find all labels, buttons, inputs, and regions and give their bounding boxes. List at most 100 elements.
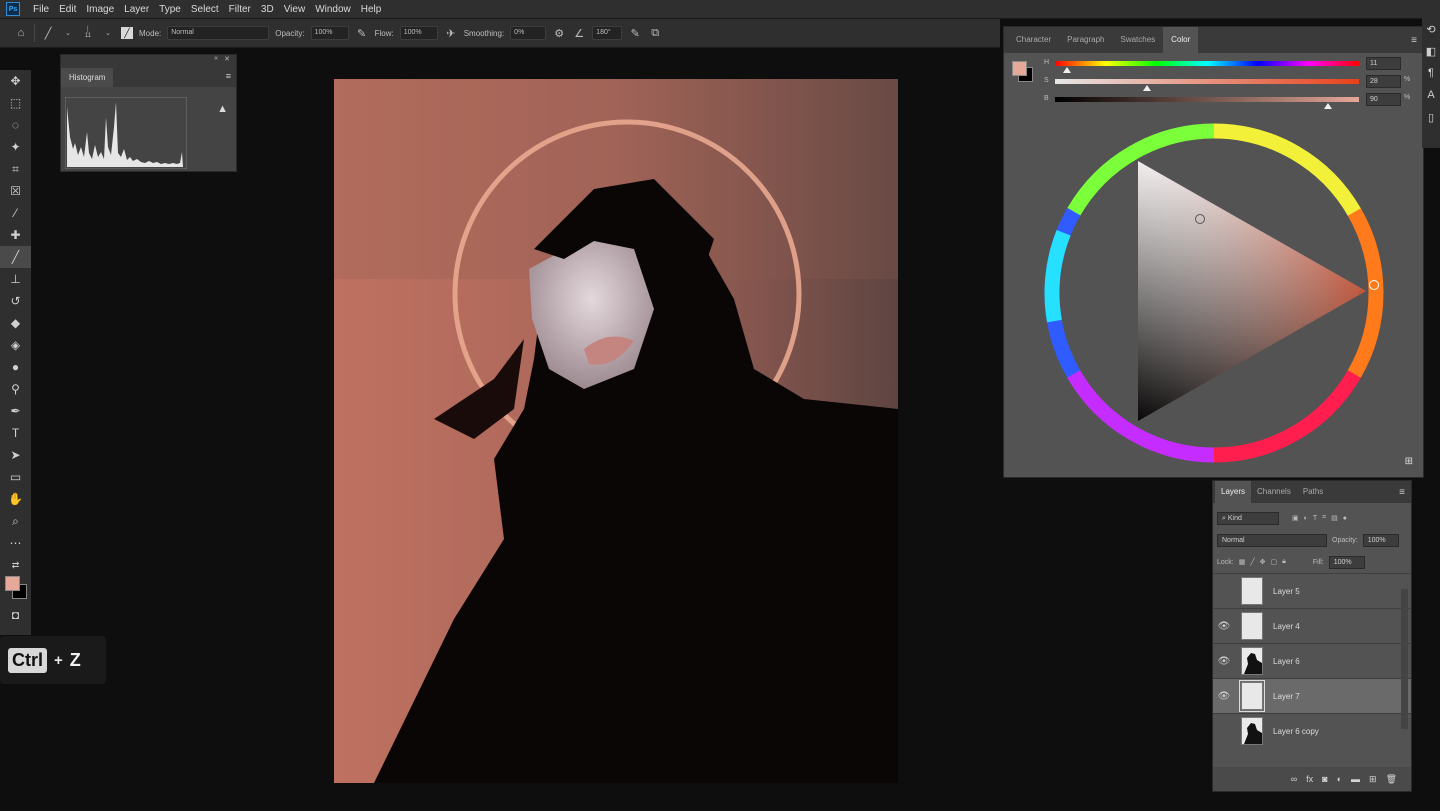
eyedropper-tool-icon[interactable]: ⁄ — [0, 202, 31, 224]
hue-thumb[interactable] — [1063, 67, 1071, 73]
frame-tool-icon[interactable]: ☒ — [0, 180, 31, 202]
blur-tool-icon[interactable]: ● — [0, 356, 31, 378]
zoom-tool-icon[interactable]: ⌕ — [0, 510, 31, 532]
chevron-down-icon[interactable]: ⌄ — [61, 26, 75, 40]
menu-window[interactable]: Window — [310, 4, 356, 15]
warning-icon[interactable]: ▲ — [217, 103, 228, 115]
filter-toggle-icon[interactable]: ● — [1343, 515, 1347, 522]
tab-color[interactable]: Color — [1163, 27, 1199, 53]
rectangle-tool-icon[interactable]: ▭ — [0, 466, 31, 488]
tab-paragraph[interactable]: Paragraph — [1059, 27, 1112, 53]
blend-mode-select[interactable]: Normal — [1217, 533, 1327, 547]
fx-icon[interactable]: fx — [1306, 774, 1313, 784]
magic-wand-tool-icon[interactable]: ✦ — [0, 136, 31, 158]
menu-layer[interactable]: Layer — [119, 4, 154, 15]
opacity-input[interactable]: 100% — [310, 26, 349, 40]
saturation-thumb[interactable] — [1143, 85, 1151, 91]
layer-row[interactable]: Layer 5 — [1213, 573, 1411, 608]
eye-icon[interactable]: 👁︎ — [1213, 656, 1235, 667]
close-icon[interactable]: ✕ — [224, 55, 230, 63]
type-tool-icon[interactable]: T — [0, 422, 31, 444]
healing-brush-tool-icon[interactable]: ✚ — [0, 224, 31, 246]
color-icon[interactable]: ◧ — [1422, 40, 1440, 62]
foreground-color-swatch[interactable] — [5, 576, 20, 591]
lock-transparent-icon[interactable]: ▦ — [1239, 558, 1246, 566]
panel-menu-icon[interactable]: ≡ — [1399, 487, 1405, 498]
dodge-tool-icon[interactable]: ⚲ — [0, 378, 31, 400]
brush-tool-icon[interactable]: ╱ — [41, 26, 55, 40]
new-group-icon[interactable]: ▬ — [1351, 774, 1360, 784]
paragraph-icon[interactable]: ¶ — [1422, 62, 1440, 84]
clone-stamp-tool-icon[interactable]: ⊥ — [0, 268, 31, 290]
saturation-input[interactable]: 28 — [1366, 75, 1401, 88]
eye-icon[interactable]: 👁︎ — [1213, 691, 1235, 702]
lock-all-icon[interactable]: 🔒︎ — [1282, 558, 1286, 566]
airbrush-icon[interactable]: ✈ — [444, 26, 458, 40]
paint-bucket-tool-icon[interactable]: ◈ — [0, 334, 31, 356]
hue-input[interactable]: 11 — [1366, 57, 1401, 70]
collapse-icon[interactable]: « — [214, 55, 218, 62]
layer-opacity-input[interactable]: 100% — [1362, 533, 1399, 547]
more-tools-icon[interactable]: ⋯ — [0, 532, 31, 554]
tab-swatches[interactable]: Swatches — [1112, 27, 1163, 53]
eye-icon[interactable]: 👁︎ — [1213, 621, 1235, 632]
crop-tool-icon[interactable]: ⌗ — [0, 158, 31, 180]
symmetry-icon[interactable]: ⧉ — [648, 26, 662, 40]
layer-row[interactable]: 👁︎ Layer 4 — [1213, 608, 1411, 643]
lasso-tool-icon[interactable]: ◌ — [0, 114, 31, 136]
smoothing-input[interactable]: 0% — [510, 26, 547, 40]
filter-shape-icon[interactable]: ⌗ — [1322, 514, 1326, 522]
pressure-size-icon[interactable]: ✎ — [628, 26, 642, 40]
flow-input[interactable]: 100% — [399, 26, 438, 40]
filter-type-icon[interactable]: T — [1313, 515, 1317, 522]
menu-file[interactable]: File — [28, 4, 54, 15]
menu-3d[interactable]: 3D — [256, 4, 279, 15]
tab-character[interactable]: Character — [1008, 27, 1059, 53]
tab-paths[interactable]: Paths — [1297, 481, 1329, 503]
pen-tool-icon[interactable]: ✒ — [0, 400, 31, 422]
brightness-track[interactable] — [1055, 97, 1359, 102]
brush-preset-picker[interactable]: │ 11 — [81, 26, 95, 40]
filter-smart-object-icon[interactable]: ▤ — [1331, 514, 1338, 522]
panel-menu-icon[interactable]: ≡ — [1411, 35, 1417, 46]
document-canvas[interactable] — [334, 79, 898, 783]
layer-mask-icon[interactable]: ◙ — [1322, 774, 1327, 784]
layer-name[interactable]: Layer 4 — [1273, 622, 1300, 631]
brightness-input[interactable]: 90 — [1366, 93, 1401, 106]
layer-name[interactable]: Layer 5 — [1273, 587, 1300, 596]
tab-layers[interactable]: Layers — [1215, 481, 1252, 503]
fill-input[interactable]: 100% — [1328, 555, 1365, 569]
lock-position-icon[interactable]: ✥ — [1260, 558, 1266, 566]
color-wheel[interactable] — [1042, 121, 1386, 465]
tab-histogram[interactable]: Histogram — [61, 68, 114, 87]
filter-pixel-icon[interactable]: ▣ — [1292, 514, 1299, 522]
hue-track[interactable] — [1055, 61, 1359, 66]
lock-artboard-icon[interactable]: ▢ — [1270, 558, 1277, 566]
mode-select[interactable]: Normal — [167, 26, 270, 40]
layer-row[interactable]: 👁︎ Layer 6 — [1213, 643, 1411, 678]
layers-scrollbar[interactable] — [1401, 589, 1408, 729]
filter-adjustment-icon[interactable]: ◐ — [1304, 515, 1308, 522]
link-layers-icon[interactable]: ∞ — [1291, 774, 1297, 784]
menu-help[interactable]: Help — [356, 4, 387, 15]
move-tool-icon[interactable]: ✥ — [0, 70, 31, 92]
chevron-down-icon[interactable]: ⌄ — [101, 26, 115, 40]
gear-icon[interactable]: ⚙ — [552, 26, 566, 40]
character-icon[interactable]: A — [1422, 84, 1440, 106]
menu-view[interactable]: View — [279, 4, 311, 15]
path-selection-tool-icon[interactable]: ➤ — [0, 444, 31, 466]
layer-name[interactable]: Layer 7 — [1273, 692, 1300, 701]
swap-colors-icon[interactable]: ⇄ — [0, 554, 31, 576]
brush-tool-icon[interactable]: ╱ — [0, 246, 31, 268]
layer-row-selected[interactable]: 👁︎ Layer 7 — [1213, 678, 1411, 713]
home-icon[interactable]: ⌂ — [14, 26, 28, 40]
eraser-tool-icon[interactable]: ◆ — [0, 312, 31, 334]
lock-pixels-icon[interactable]: ╱ — [1250, 558, 1254, 566]
brightness-thumb[interactable] — [1324, 103, 1332, 109]
layer-name[interactable]: Layer 6 — [1273, 657, 1300, 666]
filter-kind-select[interactable]: ⌕ Kind — [1217, 511, 1279, 525]
menu-image[interactable]: Image — [81, 4, 119, 15]
layer-name[interactable]: Layer 6 copy — [1273, 727, 1319, 736]
menu-filter[interactable]: Filter — [224, 4, 256, 15]
quick-mask-icon[interactable]: ◘ — [0, 604, 31, 626]
